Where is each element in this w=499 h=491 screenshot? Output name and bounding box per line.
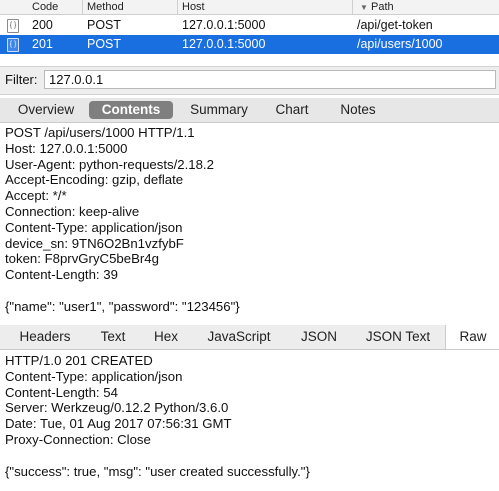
request-tab-bar: Overview Contents Summary Chart Notes xyxy=(0,98,499,123)
tab-notes[interactable]: Notes xyxy=(329,101,387,119)
column-separator[interactable] xyxy=(352,0,353,14)
filter-label: Filter: xyxy=(5,72,38,87)
row-method: POST xyxy=(87,37,122,51)
tab-hex[interactable]: Hex xyxy=(143,328,189,346)
tab-summary[interactable]: Summary xyxy=(182,101,256,119)
filter-bar: Filter: xyxy=(0,66,499,95)
tab-json-text[interactable]: JSON Text xyxy=(356,328,440,346)
row-host: 127.0.0.1:5000 xyxy=(182,37,266,51)
column-separator[interactable] xyxy=(177,0,178,14)
tab-json[interactable]: JSON xyxy=(291,328,347,346)
request-row-selected[interactable]: { } 201 POST 127.0.0.1:5000 /api/users/1… xyxy=(0,35,499,54)
column-separator[interactable] xyxy=(82,0,83,14)
json-file-icon: { } xyxy=(7,38,19,52)
column-header-method[interactable]: Method xyxy=(87,0,124,14)
response-content[interactable]: HTTP/1.0 201 CREATED Content-Type: appli… xyxy=(5,353,310,479)
row-code: 201 xyxy=(32,37,53,51)
tab-javascript[interactable]: JavaScript xyxy=(196,328,282,346)
column-header-host[interactable]: Host xyxy=(182,0,205,14)
request-content[interactable]: POST /api/users/1000 HTTP/1.1 Host: 127.… xyxy=(5,125,240,315)
request-row[interactable]: { } 200 POST 127.0.0.1:5000 /api/get-tok… xyxy=(0,16,499,35)
filter-input[interactable] xyxy=(44,70,496,89)
row-code: 200 xyxy=(32,18,53,32)
tab-overview[interactable]: Overview xyxy=(10,101,82,119)
row-path: /api/users/1000 xyxy=(357,37,443,51)
tab-text[interactable]: Text xyxy=(90,328,136,346)
column-header-path[interactable]: ▼ Path xyxy=(360,0,394,15)
tab-contents[interactable]: Contents xyxy=(89,101,173,119)
sort-desc-icon: ▼ xyxy=(360,3,368,12)
row-method: POST xyxy=(87,18,122,32)
request-list-empty-area xyxy=(0,54,499,66)
row-host: 127.0.0.1:5000 xyxy=(182,18,266,32)
response-tab-bar: Headers Text Hex JavaScript JSON JSON Te… xyxy=(0,325,499,350)
tab-headers[interactable]: Headers xyxy=(8,328,82,346)
tab-chart[interactable]: Chart xyxy=(265,101,319,119)
tab-raw[interactable]: Raw xyxy=(445,325,499,349)
row-path: /api/get-token xyxy=(357,18,433,32)
column-header-code[interactable]: Code xyxy=(32,0,58,14)
request-list-header: Code Method Host ▼ Path xyxy=(0,0,499,15)
json-file-icon: { } xyxy=(7,19,19,33)
